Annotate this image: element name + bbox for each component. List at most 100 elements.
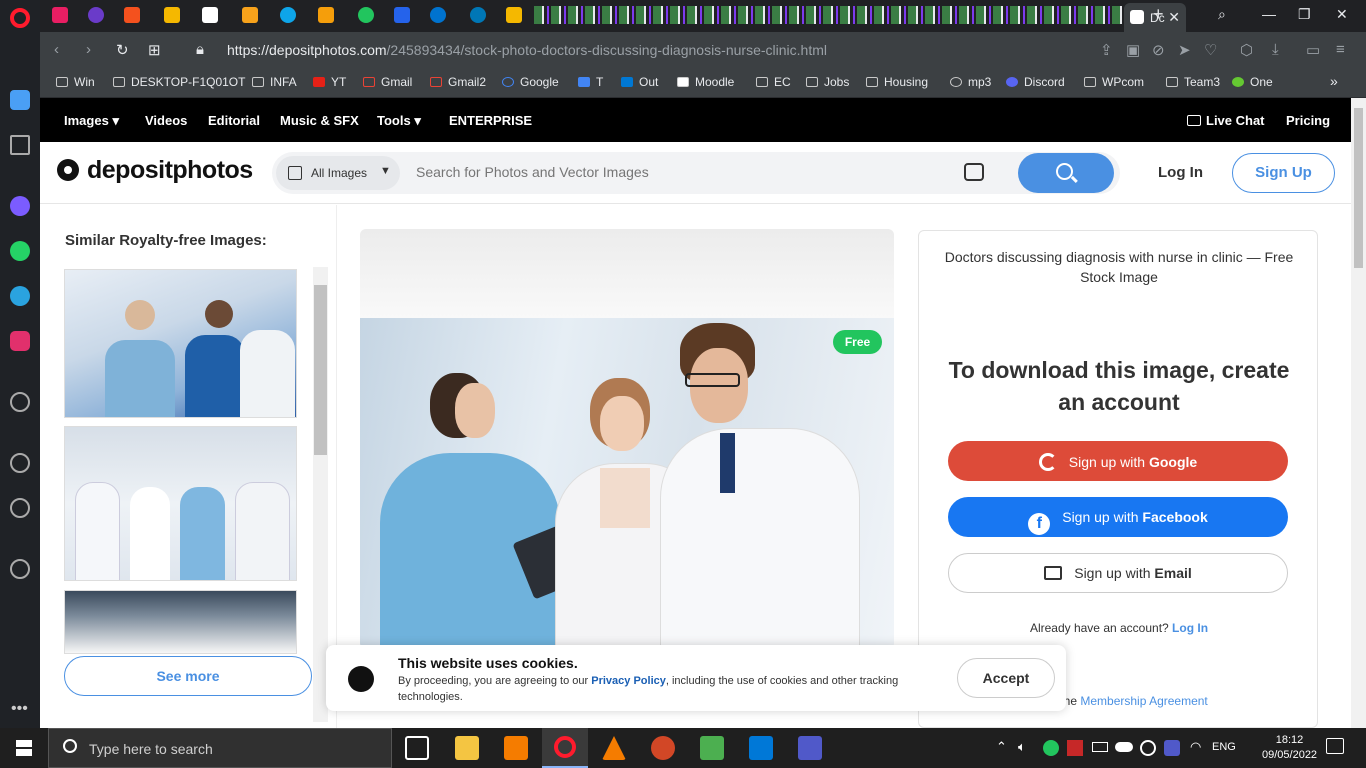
tab-favicon[interactable] xyxy=(242,7,258,23)
language-indicator[interactable]: ENG xyxy=(1212,741,1236,753)
taskbar-search[interactable]: Type here to search xyxy=(48,728,392,768)
search-input[interactable] xyxy=(416,164,916,180)
login-link-panel[interactable]: Log In xyxy=(1172,621,1208,635)
membership-link[interactable]: Membership Agreement xyxy=(1080,694,1207,708)
instagram-icon[interactable] xyxy=(10,331,30,351)
search-button[interactable] xyxy=(1018,153,1114,193)
heart-icon[interactable] xyxy=(10,453,30,473)
send-icon[interactable]: ➤ xyxy=(1178,41,1191,59)
bookmark-item[interactable]: DESKTOP-F1Q01OT xyxy=(113,75,245,89)
email-signup-button[interactable]: Sign up with Email xyxy=(948,553,1288,593)
bookmark-item[interactable]: Discord xyxy=(1006,75,1065,89)
nav-pricing[interactable]: Pricing xyxy=(1286,113,1330,128)
security-icon[interactable] xyxy=(1043,740,1059,756)
bookmark-item[interactable]: YT xyxy=(313,75,346,89)
tab-favicon[interactable] xyxy=(88,7,104,23)
tab-search-icon[interactable]: ⌕ xyxy=(1218,6,1226,23)
bookmark-item[interactable]: Housing xyxy=(866,75,928,89)
bookmark-item[interactable]: Win xyxy=(56,75,95,89)
scroll-thumb[interactable] xyxy=(1354,108,1363,268)
player-icon[interactable] xyxy=(10,392,30,412)
page-scrollbar[interactable] xyxy=(1351,98,1366,728)
tab-strip[interactable] xyxy=(534,6,1122,24)
pdf-app-icon[interactable] xyxy=(504,736,528,760)
tray-app-icon[interactable] xyxy=(1140,740,1156,756)
easy-setup-icon[interactable]: ≡ xyxy=(1336,41,1345,58)
tab-favicon[interactable] xyxy=(280,7,296,23)
tab-favicon[interactable] xyxy=(358,7,374,23)
bookmark-item[interactable]: T xyxy=(578,75,603,89)
back-icon[interactable]: ‹ xyxy=(54,41,59,58)
bookmark-item[interactable]: Moodle xyxy=(677,75,734,89)
adblock-icon[interactable]: ⊘ xyxy=(1152,41,1165,59)
similar-image-thumb[interactable] xyxy=(64,269,297,418)
tabs-grid-icon[interactable]: ⊞ xyxy=(148,41,161,59)
nav-images[interactable]: Images ▾ xyxy=(64,113,119,129)
bookmark-item[interactable]: EC xyxy=(756,75,791,89)
home-icon[interactable] xyxy=(10,90,30,110)
bookmark-item[interactable]: Gmail xyxy=(363,75,412,89)
windows-start-icon[interactable] xyxy=(16,740,32,756)
snapshot-icon[interactable]: ▣ xyxy=(1126,41,1140,59)
task-view-icon[interactable] xyxy=(405,736,429,760)
teams-tray-icon[interactable] xyxy=(1164,740,1180,756)
nav-enterprise[interactable]: ENTERPRISE xyxy=(449,113,532,128)
opera-logo-icon[interactable] xyxy=(10,8,30,28)
new-tab-icon[interactable]: + xyxy=(1153,4,1164,25)
restore-icon[interactable]: ❐ xyxy=(1298,6,1311,23)
vlc-icon[interactable] xyxy=(602,736,626,760)
bookmark-heart-icon[interactable]: ♡ xyxy=(1204,41,1217,59)
lightbulb-icon[interactable] xyxy=(10,559,30,579)
tab-favicon[interactable] xyxy=(202,7,218,23)
show-hidden-icons[interactable]: ⌃ xyxy=(996,739,1007,755)
bookmark-item[interactable]: Google xyxy=(502,75,559,89)
wifi-icon[interactable]: ◠ xyxy=(1190,739,1201,755)
privacy-policy-link[interactable]: Privacy Policy xyxy=(591,675,666,687)
share-icon[interactable]: ⇪ xyxy=(1100,41,1113,59)
messenger-icon[interactable] xyxy=(10,196,30,216)
telegram-icon[interactable] xyxy=(10,286,30,306)
tab-favicon[interactable] xyxy=(318,7,334,23)
clock[interactable]: 18:12 09/05/2022 xyxy=(1262,733,1317,763)
tray-app-icon[interactable] xyxy=(1067,740,1083,756)
category-select[interactable]: All Images ▼ xyxy=(276,156,400,190)
login-link[interactable]: Log In xyxy=(1158,164,1203,181)
tab-favicon[interactable] xyxy=(430,7,446,23)
battery-icon[interactable] xyxy=(1092,742,1108,752)
file-explorer-icon[interactable] xyxy=(455,736,479,760)
tab-favicon[interactable] xyxy=(124,7,140,23)
history-icon[interactable] xyxy=(10,498,30,518)
opera-taskbar-button[interactable] xyxy=(542,728,588,768)
similar-image-thumb[interactable] xyxy=(64,426,297,581)
accept-cookies-button[interactable]: Accept xyxy=(957,658,1055,698)
nav-editorial[interactable]: Editorial xyxy=(208,113,260,128)
bookmark-item[interactable]: One xyxy=(1232,75,1273,89)
nav-videos[interactable]: Videos xyxy=(145,113,187,128)
extensions-icon[interactable]: ⬡ xyxy=(1240,41,1253,59)
whatsapp-icon[interactable] xyxy=(10,241,30,261)
nav-tools[interactable]: Tools ▾ xyxy=(377,113,421,129)
visual-search-icon[interactable] xyxy=(964,163,984,181)
close-tab-icon[interactable]: ✕ xyxy=(1168,9,1180,26)
cloud-icon[interactable] xyxy=(1115,742,1133,752)
facebook-signup-button[interactable]: f Sign up with Facebook xyxy=(948,497,1288,537)
battery-saver-icon[interactable]: ▭ xyxy=(1306,41,1320,59)
teams-icon[interactable] xyxy=(798,736,822,760)
reload-icon[interactable]: ↻ xyxy=(116,41,129,59)
tab-favicon[interactable] xyxy=(52,7,68,23)
spreadsheet-icon[interactable] xyxy=(700,736,724,760)
similar-image-thumb[interactable] xyxy=(64,590,297,654)
download-icon[interactable]: ⤓ xyxy=(1272,41,1279,58)
bookmark-item[interactable]: mp3 xyxy=(950,75,991,89)
lock-icon[interactable]: 🔒︎ xyxy=(196,41,204,58)
more-bookmarks-icon[interactable]: » xyxy=(1330,73,1338,89)
volume-icon[interactable]: 🔈︎ xyxy=(1018,739,1026,755)
vscode-icon[interactable] xyxy=(749,736,773,760)
forward-icon[interactable]: › xyxy=(86,41,91,58)
notifications-icon[interactable] xyxy=(1326,738,1344,754)
close-window-icon[interactable]: ✕ xyxy=(1336,6,1348,23)
bookmark-item[interactable]: Gmail2 xyxy=(430,75,486,89)
see-more-button[interactable]: See more xyxy=(64,656,312,696)
bookmark-item[interactable]: WPcom xyxy=(1084,75,1144,89)
bookmark-item[interactable]: Out xyxy=(621,75,658,89)
